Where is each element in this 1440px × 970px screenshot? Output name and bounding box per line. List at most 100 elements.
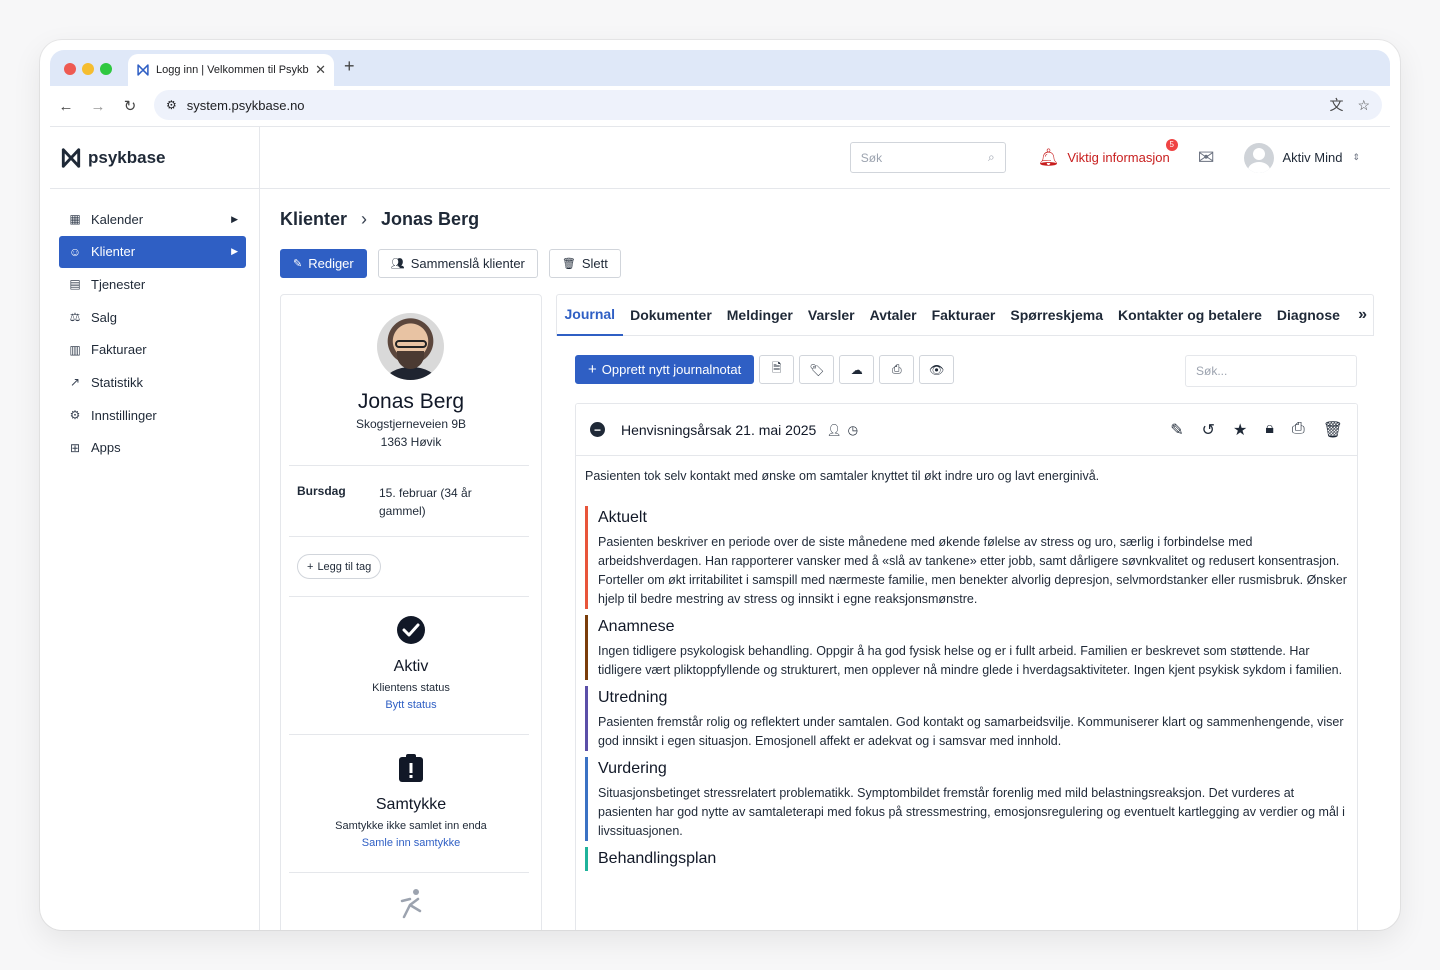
- delete-button[interactable]: 🗑︎ Slett: [548, 249, 621, 278]
- sidebar-item-salg[interactable]: ⚖ Salg: [59, 301, 246, 333]
- sidebar-item-tjenester[interactable]: ▤ Tjenester: [59, 268, 246, 300]
- sidebar-item-label: Apps: [91, 440, 121, 456]
- reload-icon[interactable]: ↻: [114, 97, 146, 115]
- pencil-icon[interactable]: ✎: [1170, 420, 1183, 440]
- bell-icon: 🔔︎: [1037, 147, 1060, 167]
- star-icon[interactable]: ★: [1233, 420, 1247, 440]
- alert-label: Viktig informasjon: [1067, 150, 1170, 165]
- caret-right-icon: ▶: [231, 246, 238, 257]
- eye-icon: 👁︎: [929, 362, 945, 377]
- minimize-window-button[interactable]: [82, 63, 94, 75]
- address-bar[interactable]: ⚙ system.psykbase.no 文 ☆: [154, 90, 1382, 120]
- merge-label: Sammenslå klienter: [410, 256, 525, 271]
- file-plus-icon: 🗎︎: [771, 361, 782, 375]
- new-note-label: Opprett nytt journalnotat: [601, 362, 742, 377]
- calendar-icon: ▦: [69, 212, 81, 226]
- collapse-icon[interactable]: −: [590, 422, 605, 437]
- merge-clients-button[interactable]: 👥︎ Sammenslå klienter: [377, 249, 538, 278]
- section-aktuelt: Aktuelt Pasienten beskriver en periode o…: [585, 506, 1348, 609]
- upload-button[interactable]: ☁: [839, 355, 875, 384]
- chevron-updown-icon: ⇕: [1352, 152, 1360, 162]
- sidebar-item-label: Tjenester: [91, 276, 146, 292]
- tab-journal[interactable]: Journal: [557, 294, 623, 336]
- tab-varsler[interactable]: Varsler: [800, 294, 862, 336]
- plus-icon: +: [588, 361, 597, 378]
- double-chevron-right-icon[interactable]: »: [1358, 306, 1367, 324]
- tab-dokumenter[interactable]: Dokumenter: [623, 294, 720, 336]
- section-title: Anamnese: [598, 618, 675, 635]
- tab-fakturaer[interactable]: Fakturaer: [924, 294, 1003, 336]
- close-window-button[interactable]: [64, 63, 76, 75]
- trash-icon[interactable]: 🗑︎: [1323, 420, 1343, 440]
- client-status-block: Aktiv Klientens status Bytt status: [281, 615, 541, 711]
- search-icon: ⌕: [988, 150, 995, 164]
- global-search-input[interactable]: Søk ⌕: [849, 142, 1006, 173]
- lock-icon[interactable]: 🔒︎: [1265, 420, 1274, 440]
- breadcrumb-root[interactable]: Klienter: [280, 209, 347, 230]
- browser-tab[interactable]: Logg inn | Velkommen til Psykbase ✕: [128, 54, 334, 86]
- consent-block: Samtykke Samtykke ikke samlet inn enda S…: [281, 753, 541, 849]
- tab-diagnose[interactable]: Diagnose: [1269, 294, 1347, 336]
- history-icon[interactable]: ↺: [1202, 420, 1215, 440]
- user-menu[interactable]: Aktiv Mind ⇕: [1244, 142, 1360, 173]
- sidebar-item-klienter[interactable]: ☺ Klienter ▶: [59, 235, 246, 268]
- new-journal-note-button[interactable]: + Opprett nytt journalnotat: [575, 355, 755, 384]
- important-info-button[interactable]: 🔔︎ Viktig informasjon 5: [1037, 138, 1178, 168]
- browser-window: Logg inn | Velkommen til Psykbase ✕ + ← …: [40, 40, 1400, 930]
- sidebar-item-label: Kalender: [91, 211, 144, 227]
- logo[interactable]: psykbase: [60, 147, 166, 169]
- delete-label: Slett: [581, 256, 608, 271]
- translate-icon[interactable]: 文: [1329, 95, 1343, 115]
- plus-icon: +: [307, 560, 314, 573]
- site-settings-icon[interactable]: ⚙: [166, 98, 177, 112]
- section-text: Pasienten beskriver en periode over de s…: [598, 535, 1347, 606]
- close-tab-icon[interactable]: ✕: [315, 62, 326, 78]
- journal-search-input[interactable]: Søk...: [1185, 355, 1357, 387]
- back-icon[interactable]: ←: [50, 98, 82, 115]
- invoice-icon: ▥: [69, 342, 81, 357]
- preview-button[interactable]: 👁︎: [919, 355, 955, 384]
- section-text: Situasjonsbetinget stressrelatert proble…: [598, 786, 1345, 838]
- sidebar-item-kalender[interactable]: ▦ Kalender ▶: [59, 203, 246, 235]
- client-address-line2: 1363 Høvik: [380, 435, 442, 449]
- client-photo: [377, 313, 444, 380]
- status-title: Aktiv: [393, 658, 429, 675]
- tab-avtaler[interactable]: Avtaler: [862, 294, 924, 336]
- forward-icon[interactable]: →: [82, 98, 114, 115]
- new-tab-icon[interactable]: +: [344, 56, 355, 77]
- print-button[interactable]: ⎙: [879, 355, 915, 384]
- collect-consent-link[interactable]: Samle inn samtykke: [281, 837, 541, 849]
- section-utredning: Utredning Pasienten fremstår rolig og re…: [585, 686, 1348, 751]
- clock-icon: ◷: [847, 422, 859, 437]
- journal-search-placeholder: Søk...: [1196, 364, 1228, 378]
- maximize-window-button[interactable]: [100, 63, 112, 75]
- client-tabs: Journal Dokumenter Meldinger Varsler Avt…: [556, 294, 1374, 336]
- tab-kontakter-og-betalere[interactable]: Kontakter og betalere: [1110, 294, 1269, 336]
- add-tag-button[interactable]: + Legg til tag: [297, 554, 382, 579]
- gear-icon: ⚙: [69, 408, 81, 423]
- browser-tab-title: Logg inn | Velkommen til Psykbase: [156, 64, 309, 76]
- check-circle-icon: [397, 616, 425, 644]
- journal-toolbar: + Opprett nytt journalnotat 🗎︎ 🏷︎ ☁ ⎙ 👁︎: [575, 355, 955, 384]
- pencil-icon: ✎: [293, 258, 303, 270]
- note-intro: Pasienten tok selv kontakt med ønske om …: [585, 469, 1100, 483]
- breadcrumb: Klienter › Jonas Berg: [280, 209, 479, 230]
- tab-meldinger[interactable]: Meldinger: [719, 294, 800, 336]
- journal-note-body: Pasienten tok selv kontakt med ønske om …: [576, 456, 1357, 888]
- tag-button[interactable]: 🏷︎: [799, 355, 835, 384]
- note-title: Henvisningsårsak 21. mai 2025: [621, 421, 817, 438]
- edit-button[interactable]: ✎ Rediger: [280, 249, 367, 278]
- section-title: Aktuelt: [598, 509, 647, 526]
- bookmark-star-icon[interactable]: ☆: [1357, 97, 1370, 114]
- users-icon: ☺: [68, 244, 82, 259]
- printer-icon[interactable]: ⎙: [1292, 420, 1305, 440]
- sidebar-item-apps[interactable]: ⊞ Apps: [59, 432, 246, 464]
- sidebar-item-innstillinger[interactable]: ⚙ Innstillinger: [59, 399, 246, 431]
- add-document-button[interactable]: 🗎︎: [759, 355, 795, 384]
- mail-icon[interactable]: ✉: [1198, 145, 1215, 170]
- sidebar-item-fakturaer[interactable]: ▥ Fakturaer: [59, 334, 246, 366]
- change-status-link[interactable]: Bytt status: [281, 699, 541, 711]
- tab-sporreskjema[interactable]: Spørreskjema: [1003, 294, 1111, 336]
- sidebar-item-statistikk[interactable]: ↗ Statistikk: [59, 366, 246, 398]
- client-address-line1: Skogstjerneveien 9B: [355, 417, 467, 431]
